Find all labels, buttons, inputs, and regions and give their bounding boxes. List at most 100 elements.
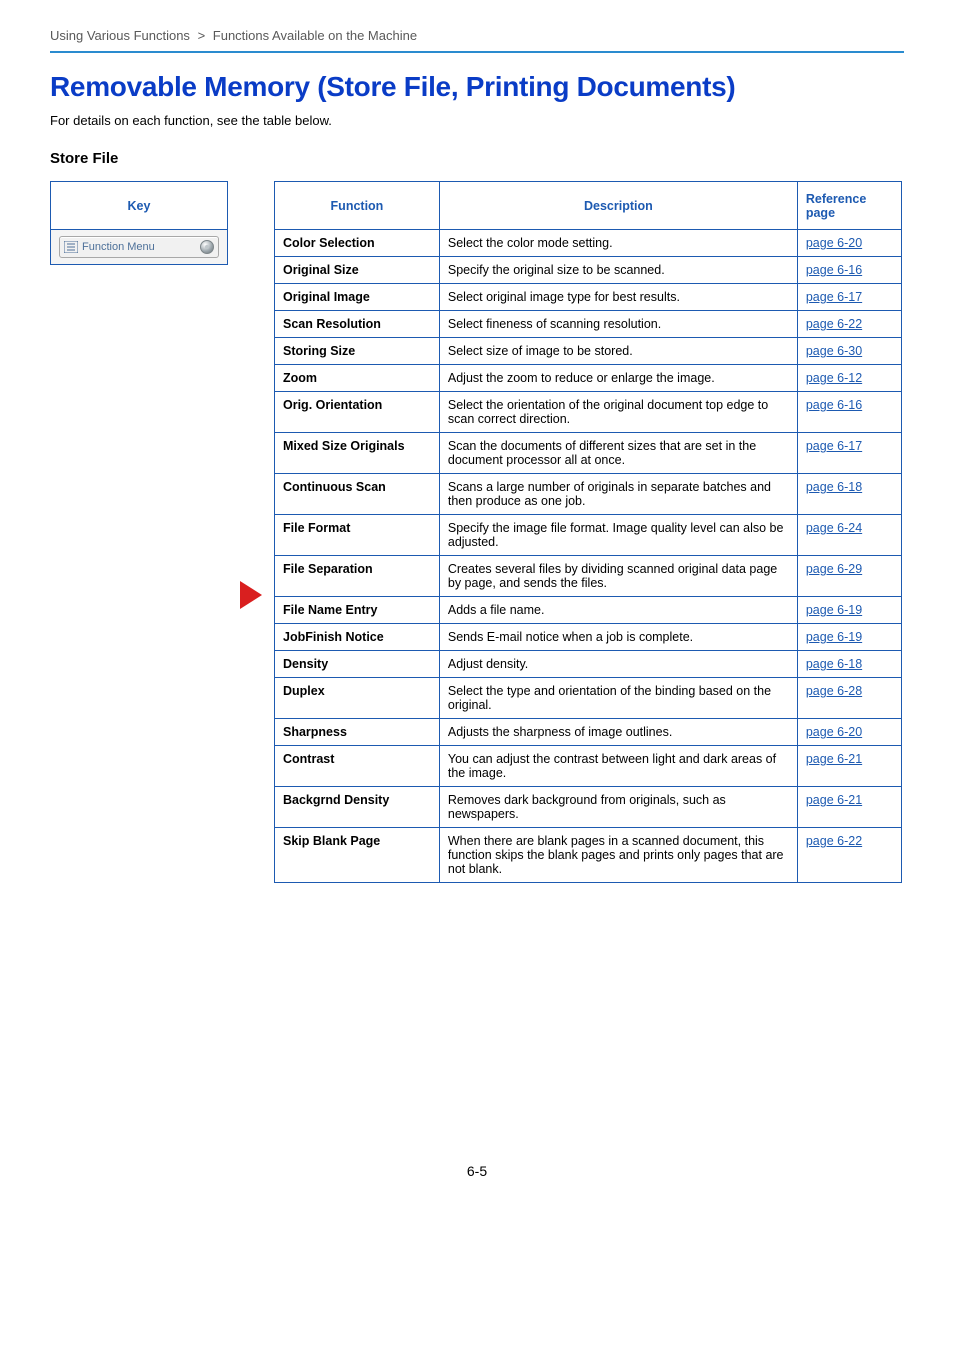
reference-cell: page 6-19 xyxy=(797,624,901,651)
description-cell: Specify the image file format. Image qua… xyxy=(439,515,797,556)
reference-link[interactable]: page 6-22 xyxy=(806,834,862,848)
reference-cell: page 6-19 xyxy=(797,597,901,624)
breadcrumb-sub: Functions Available on the Machine xyxy=(213,28,417,43)
reference-cell: page 6-21 xyxy=(797,746,901,787)
reference-link[interactable]: page 6-20 xyxy=(806,725,862,739)
key-cell: Function Menu xyxy=(51,230,228,265)
function-cell: Backgrnd Density xyxy=(275,787,440,828)
description-cell: Select the type and orientation of the b… xyxy=(439,678,797,719)
table-row: JobFinish NoticeSends E-mail notice when… xyxy=(275,624,902,651)
description-cell: Adds a file name. xyxy=(439,597,797,624)
table-row: Backgrnd DensityRemoves dark background … xyxy=(275,787,902,828)
reference-link[interactable]: page 6-19 xyxy=(806,630,862,644)
function-cell: File Name Entry xyxy=(275,597,440,624)
table-row: Skip Blank PageWhen there are blank page… xyxy=(275,828,902,883)
function-cell: File Separation xyxy=(275,556,440,597)
reference-cell: page 6-21 xyxy=(797,787,901,828)
table-row: SharpnessAdjusts the sharpness of image … xyxy=(275,719,902,746)
table-row: Scan ResolutionSelect fineness of scanni… xyxy=(275,311,902,338)
breadcrumb-section: Using Various Functions xyxy=(50,28,190,43)
description-cell: Creates several files by dividing scanne… xyxy=(439,556,797,597)
table-row: Original ImageSelect original image type… xyxy=(275,284,902,311)
reference-cell: page 6-24 xyxy=(797,515,901,556)
function-cell: Density xyxy=(275,651,440,678)
function-cell: Continuous Scan xyxy=(275,474,440,515)
reference-cell: page 6-17 xyxy=(797,284,901,311)
function-cell: Orig. Orientation xyxy=(275,392,440,433)
table-row: Continuous ScanScans a large number of o… xyxy=(275,474,902,515)
reference-cell: page 6-18 xyxy=(797,474,901,515)
reference-link[interactable]: page 6-24 xyxy=(806,521,862,535)
function-cell: Scan Resolution xyxy=(275,311,440,338)
function-cell: Original Size xyxy=(275,257,440,284)
table-row: File SeparationCreates several files by … xyxy=(275,556,902,597)
reference-link[interactable]: page 6-17 xyxy=(806,290,862,304)
table-row: Color SelectionSelect the color mode set… xyxy=(275,230,902,257)
table-row: File FormatSpecify the image file format… xyxy=(275,515,902,556)
reference-link[interactable]: page 6-22 xyxy=(806,317,862,331)
arrow-indicator xyxy=(236,181,266,609)
table-row: Original SizeSpecify the original size t… xyxy=(275,257,902,284)
reference-link[interactable]: page 6-17 xyxy=(806,439,862,453)
reference-cell: page 6-22 xyxy=(797,828,901,883)
description-cell: Adjusts the sharpness of image outlines. xyxy=(439,719,797,746)
reference-link[interactable]: page 6-29 xyxy=(806,562,862,576)
reference-cell: page 6-22 xyxy=(797,311,901,338)
page-title: Removable Memory (Store File, Printing D… xyxy=(50,71,904,103)
function-cell: JobFinish Notice xyxy=(275,624,440,651)
table-row: ZoomAdjust the zoom to reduce or enlarge… xyxy=(275,365,902,392)
indicator-dot-icon xyxy=(200,240,214,254)
description-cell: You can adjust the contrast between ligh… xyxy=(439,746,797,787)
reference-cell: page 6-30 xyxy=(797,338,901,365)
reference-link[interactable]: page 6-16 xyxy=(806,398,862,412)
table-row: File Name EntryAdds a file name. page 6-1… xyxy=(275,597,902,624)
description-cell: Select the orientation of the original d… xyxy=(439,392,797,433)
reference-link[interactable]: page 6-20 xyxy=(806,236,862,250)
description-cell: Scans a large number of originals in sep… xyxy=(439,474,797,515)
table-row: Orig. OrientationSelect the orientation … xyxy=(275,392,902,433)
reference-link[interactable]: page 6-21 xyxy=(806,793,862,807)
reference-link[interactable]: page 6-18 xyxy=(806,657,862,671)
reference-link[interactable]: page 6-16 xyxy=(806,263,862,277)
function-cell: Duplex xyxy=(275,678,440,719)
function-cell: File Format xyxy=(275,515,440,556)
breadcrumb-separator: > xyxy=(194,28,210,43)
function-menu-label: Function Menu xyxy=(82,241,200,253)
description-cell: Removes dark background from originals, … xyxy=(439,787,797,828)
reference-link[interactable]: page 6-21 xyxy=(806,752,862,766)
reference-link[interactable]: page 6-18 xyxy=(806,480,862,494)
key-header: Key xyxy=(51,182,228,230)
function-cell: Color Selection xyxy=(275,230,440,257)
description-cell: Select original image type for best resu… xyxy=(439,284,797,311)
col-header-reference: Reference page xyxy=(797,182,901,230)
reference-cell: page 6-12 xyxy=(797,365,901,392)
reference-link[interactable]: page 6-12 xyxy=(806,371,862,385)
reference-cell: page 6-16 xyxy=(797,392,901,433)
function-cell: Contrast xyxy=(275,746,440,787)
description-cell: Specify the original size to be scanned. xyxy=(439,257,797,284)
function-cell: Zoom xyxy=(275,365,440,392)
col-header-description: Description xyxy=(439,182,797,230)
table-row: ContrastYou can adjust the contrast betw… xyxy=(275,746,902,787)
breadcrumb: Using Various Functions > Functions Avai… xyxy=(50,28,904,51)
col-header-function: Function xyxy=(275,182,440,230)
reference-cell: page 6-17 xyxy=(797,433,901,474)
reference-link[interactable]: page 6-28 xyxy=(806,684,862,698)
table-row: DuplexSelect the type and orientation of… xyxy=(275,678,902,719)
table-row: DensityAdjust density.page 6-18 xyxy=(275,651,902,678)
reference-link[interactable]: page 6-19 xyxy=(806,603,862,617)
description-cell: Sends E-mail notice when a job is comple… xyxy=(439,624,797,651)
reference-cell: page 6-20 xyxy=(797,719,901,746)
function-menu-button[interactable]: Function Menu xyxy=(59,236,219,258)
reference-cell: page 6-20 xyxy=(797,230,901,257)
reference-cell: page 6-16 xyxy=(797,257,901,284)
description-cell: Select the color mode setting. xyxy=(439,230,797,257)
key-table: Key Function Menu xyxy=(50,181,228,265)
reference-link[interactable]: page 6-30 xyxy=(806,344,862,358)
list-icon xyxy=(64,241,78,253)
section-heading: Store File xyxy=(50,150,904,167)
description-cell: Scan the documents of different sizes th… xyxy=(439,433,797,474)
reference-cell: page 6-18 xyxy=(797,651,901,678)
description-cell: When there are blank pages in a scanned … xyxy=(439,828,797,883)
description-cell: Adjust the zoom to reduce or enlarge the… xyxy=(439,365,797,392)
